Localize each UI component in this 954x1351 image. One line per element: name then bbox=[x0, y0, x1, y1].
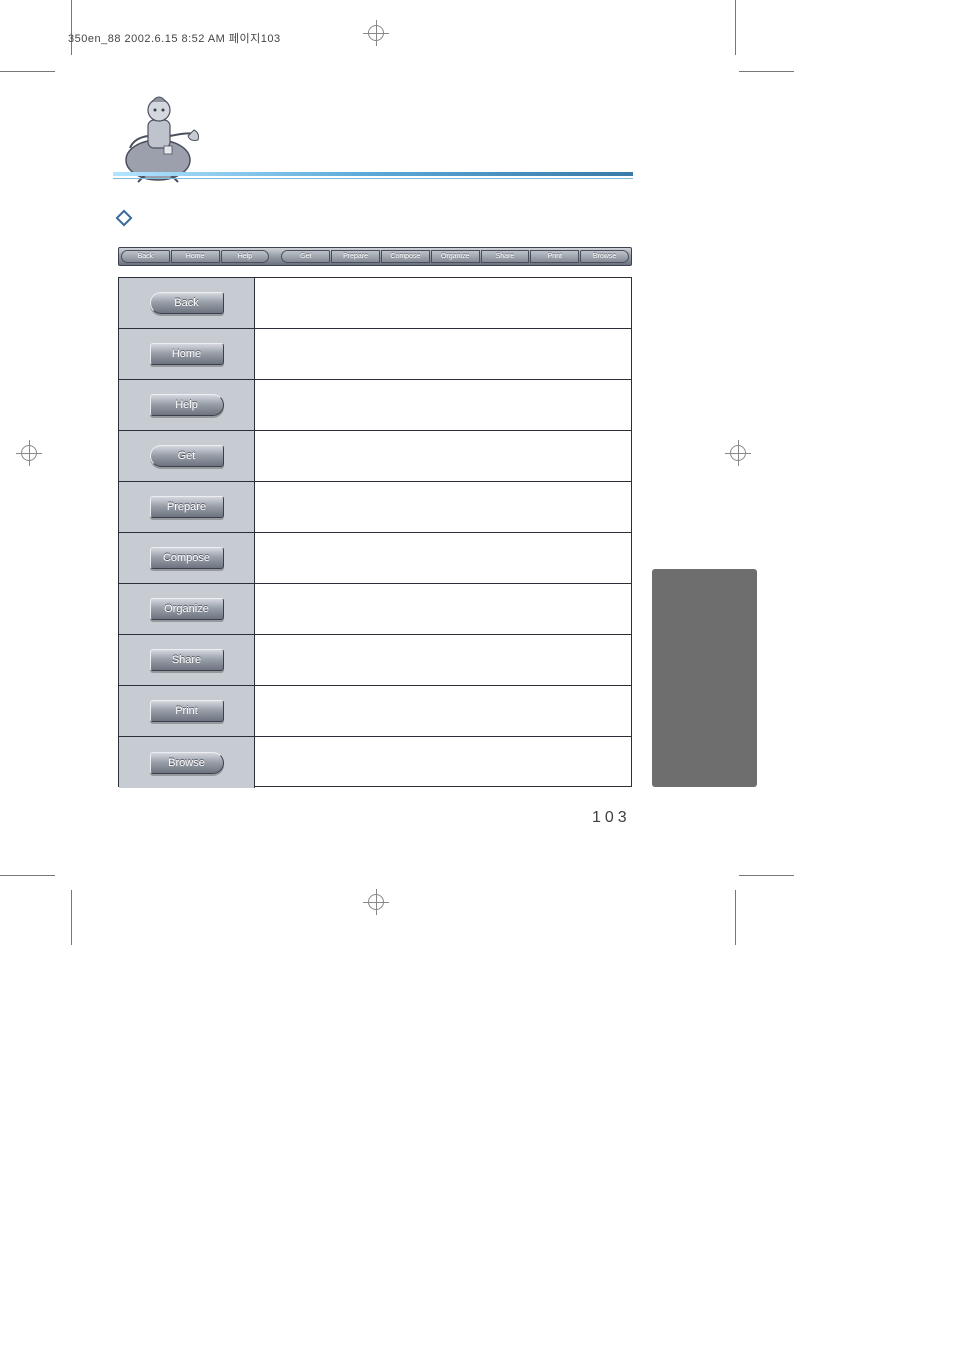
table-cell-description bbox=[255, 482, 631, 532]
toolbar-label: Get bbox=[300, 253, 311, 260]
button-label: Print bbox=[175, 705, 198, 717]
table-cell-button: Browse bbox=[119, 737, 255, 788]
table-row: Home bbox=[119, 329, 631, 380]
toolbar-print-button[interactable]: Print bbox=[530, 250, 579, 263]
table-row: Print bbox=[119, 686, 631, 737]
toolbar-home-button[interactable]: Home bbox=[171, 250, 220, 263]
table-row: Prepare bbox=[119, 482, 631, 533]
page-number: 103 bbox=[592, 809, 631, 827]
mascot-illustration bbox=[112, 88, 212, 183]
button-label: Home bbox=[172, 348, 201, 360]
table-cell-description bbox=[255, 737, 631, 788]
table-cell-button: Prepare bbox=[119, 482, 255, 532]
diamond-bullet-icon bbox=[116, 210, 133, 227]
toolbar-label: Home bbox=[186, 253, 205, 260]
crop-mark bbox=[735, 890, 736, 945]
toolbar-label: Help bbox=[238, 253, 252, 260]
compose-button[interactable]: Compose bbox=[150, 547, 224, 569]
registration-target-icon bbox=[725, 440, 751, 466]
table-cell-button: Print bbox=[119, 686, 255, 736]
button-label: Organize bbox=[164, 603, 209, 615]
toolbar-help-button[interactable]: Help bbox=[221, 250, 270, 263]
table-cell-description bbox=[255, 431, 631, 481]
organize-button[interactable]: Organize bbox=[150, 598, 224, 620]
print-button[interactable]: Print bbox=[150, 700, 224, 722]
table-row: Share bbox=[119, 635, 631, 686]
table-cell-description bbox=[255, 584, 631, 634]
browse-button[interactable]: Browse bbox=[150, 752, 224, 774]
table-cell-description bbox=[255, 329, 631, 379]
toolbar-back-button[interactable]: Back bbox=[121, 250, 170, 263]
functions-table: Back Home Help Get Prepare bbox=[118, 277, 632, 787]
toolbar-browse-button[interactable]: Browse bbox=[580, 250, 629, 263]
share-button[interactable]: Share bbox=[150, 649, 224, 671]
table-row: Organize bbox=[119, 584, 631, 635]
toolbar-organize-button[interactable]: Organize bbox=[431, 250, 480, 263]
home-button[interactable]: Home bbox=[150, 343, 224, 365]
button-label: Compose bbox=[163, 552, 210, 564]
toolbar-label: Print bbox=[548, 253, 562, 260]
toolbar-label: Share bbox=[496, 253, 515, 260]
button-label: Browse bbox=[168, 757, 205, 769]
table-cell-button: Help bbox=[119, 380, 255, 430]
registration-target-icon bbox=[16, 440, 42, 466]
toolbar-label: Organize bbox=[441, 253, 469, 260]
crop-info-text: 350en_88 2002.6.15 8:52 AM 페이지103 bbox=[68, 30, 281, 46]
toolbar-prepare-button[interactable]: Prepare bbox=[331, 250, 380, 263]
button-label: Share bbox=[172, 654, 201, 666]
button-label: Get bbox=[178, 450, 196, 462]
crop-mark bbox=[71, 890, 72, 945]
section-divider bbox=[113, 172, 633, 176]
crop-mark bbox=[0, 875, 55, 876]
table-cell-description bbox=[255, 380, 631, 430]
toolbar-label: Compose bbox=[390, 253, 420, 260]
help-button[interactable]: Help bbox=[150, 394, 224, 416]
crop-mark bbox=[71, 0, 72, 55]
table-row: Browse bbox=[119, 737, 631, 788]
section-divider-thin bbox=[113, 178, 633, 179]
toolbar-strip: Back Home Help Get Prepare Compose Organ… bbox=[118, 247, 632, 266]
table-row: Help bbox=[119, 380, 631, 431]
table-row: Compose bbox=[119, 533, 631, 584]
toolbar-share-button[interactable]: Share bbox=[481, 250, 530, 263]
table-row: Get bbox=[119, 431, 631, 482]
table-cell-button: Get bbox=[119, 431, 255, 481]
table-cell-button: Organize bbox=[119, 584, 255, 634]
toolbar-compose-button[interactable]: Compose bbox=[381, 250, 430, 263]
crop-mark bbox=[735, 0, 736, 55]
button-label: Prepare bbox=[167, 501, 206, 513]
table-cell-button: Share bbox=[119, 635, 255, 685]
table-cell-button: Back bbox=[119, 278, 255, 328]
registration-target-icon bbox=[363, 889, 389, 915]
side-tab bbox=[652, 569, 757, 787]
get-button[interactable]: Get bbox=[150, 445, 224, 467]
crop-mark bbox=[0, 71, 55, 72]
toolbar-get-button[interactable]: Get bbox=[281, 250, 330, 263]
table-cell-button: Home bbox=[119, 329, 255, 379]
button-label: Help bbox=[175, 399, 198, 411]
crop-mark bbox=[739, 875, 794, 876]
table-cell-description bbox=[255, 533, 631, 583]
crop-mark bbox=[739, 71, 794, 72]
button-label: Back bbox=[174, 297, 198, 309]
toolbar-label: Back bbox=[138, 253, 154, 260]
table-cell-description bbox=[255, 635, 631, 685]
back-button[interactable]: Back bbox=[150, 292, 224, 314]
table-row: Back bbox=[119, 278, 631, 329]
table-cell-description bbox=[255, 278, 631, 328]
toolbar-label: Prepare bbox=[343, 253, 368, 260]
registration-target-icon bbox=[363, 20, 389, 46]
table-cell-button: Compose bbox=[119, 533, 255, 583]
toolbar-label: Browse bbox=[593, 253, 616, 260]
table-cell-description bbox=[255, 686, 631, 736]
prepare-button[interactable]: Prepare bbox=[150, 496, 224, 518]
